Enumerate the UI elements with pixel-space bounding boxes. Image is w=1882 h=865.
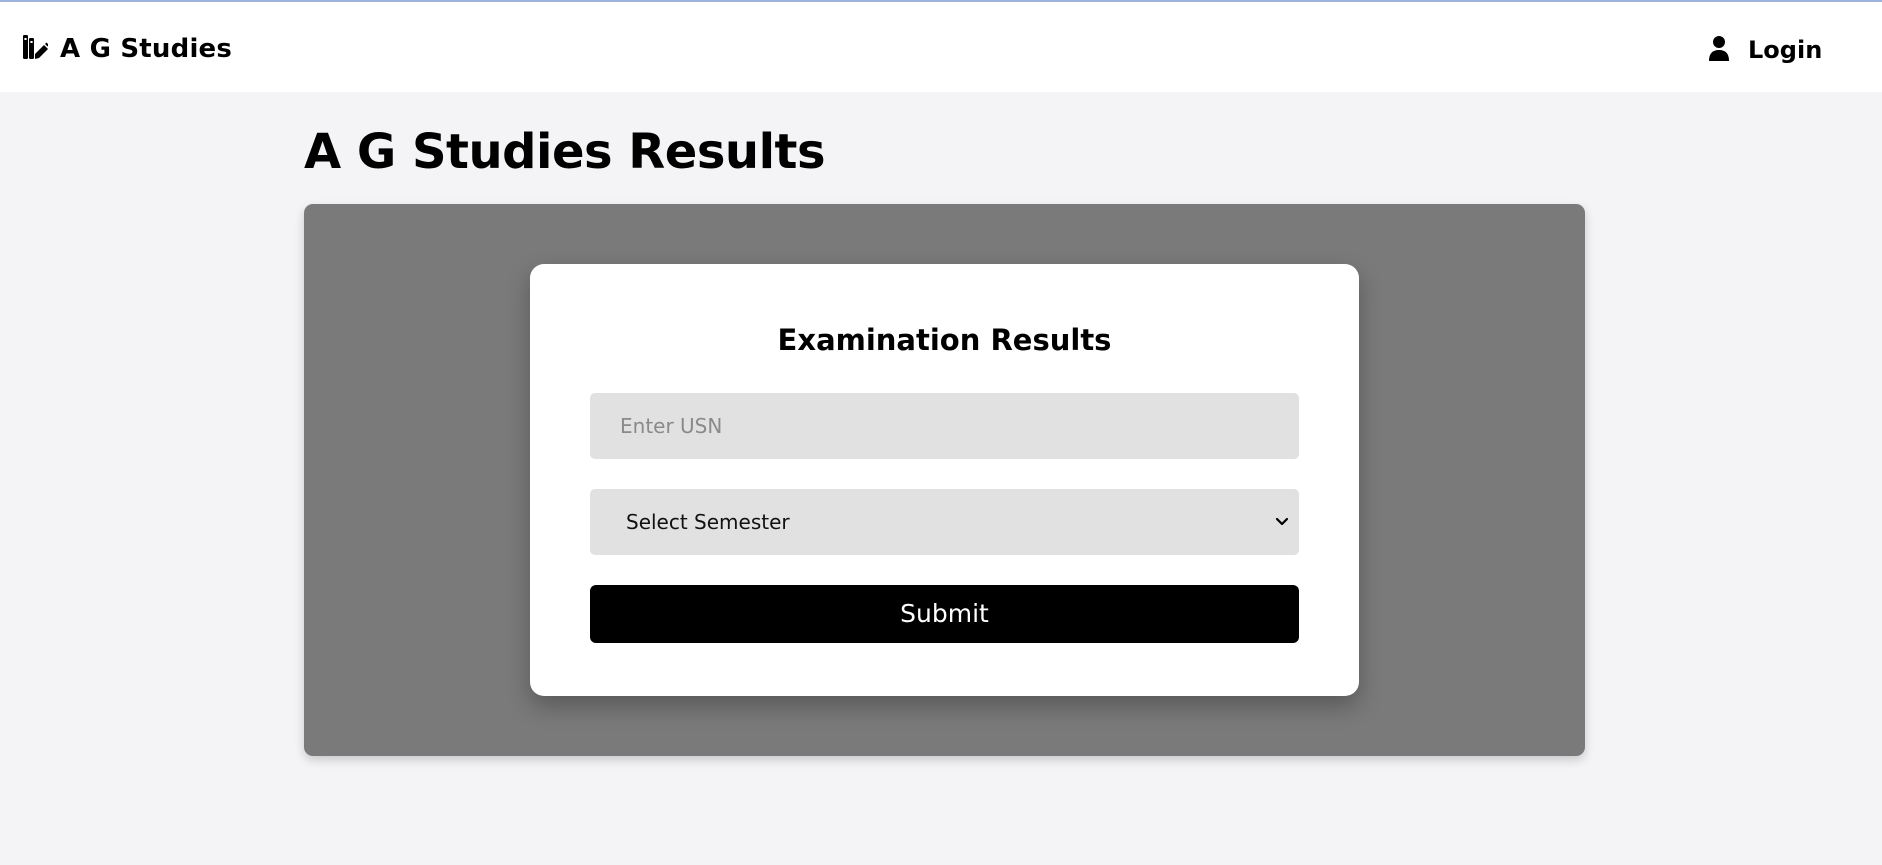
chevron-down-icon	[1273, 513, 1291, 531]
page-title: A G Studies Results	[304, 124, 826, 180]
login-button[interactable]: Login	[1708, 32, 1822, 68]
usn-input[interactable]	[590, 393, 1299, 459]
navbar: A G Studies Login	[0, 2, 1882, 92]
books-pencil-icon	[22, 34, 49, 64]
card-title: Examination Results	[777, 323, 1112, 357]
brand-link[interactable]: A G Studies	[22, 32, 232, 66]
login-label: Login	[1748, 36, 1823, 64]
user-icon	[1708, 35, 1730, 65]
submit-button[interactable]: Submit	[590, 585, 1299, 643]
exam-results-card: Examination Results Select Semester Subm…	[530, 264, 1359, 696]
semester-select[interactable]: Select Semester	[590, 489, 1299, 555]
semester-selected-value: Select Semester	[626, 510, 790, 534]
brand-name: A G Studies	[60, 34, 233, 64]
